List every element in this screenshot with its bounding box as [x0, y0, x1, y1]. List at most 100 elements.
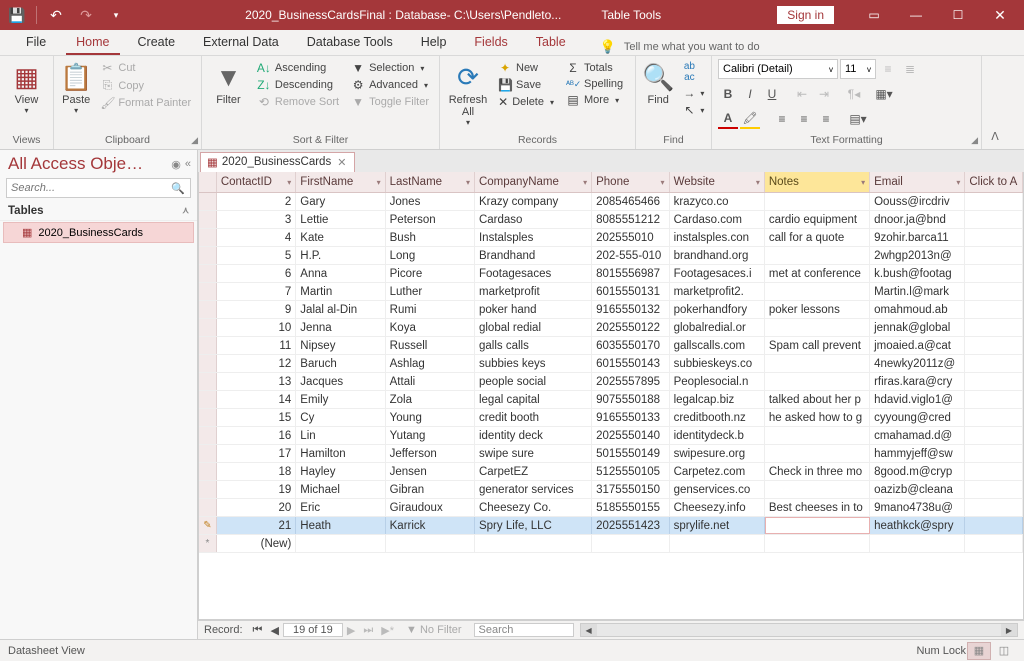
cell-phone[interactable]: 2025550140 [592, 427, 669, 444]
collapse-ribbon-button[interactable]: ᐱ [982, 56, 1008, 149]
cell-companyname[interactable]: Cardaso [475, 211, 592, 228]
cell-email[interactable]: dnoor.ja@bnd [870, 211, 965, 228]
font-size-combo[interactable]: 11v [840, 59, 876, 79]
cell-contactid[interactable]: 20 [217, 499, 296, 516]
table-row[interactable]: 11NipseyRussellgalls calls6035550170gall… [199, 337, 1023, 355]
cell-lastname[interactable]: Jones [386, 193, 475, 210]
cell-lastname[interactable]: Attali [386, 373, 475, 390]
cell-email[interactable]: Oouss@ircdriv [870, 193, 965, 210]
bold-button[interactable]: B [718, 84, 738, 104]
cell-lastname[interactable]: Zola [386, 391, 475, 408]
cell-contactid[interactable]: 16 [217, 427, 296, 444]
view-button[interactable]: ▦ View ▾ [6, 58, 47, 115]
cell-phone[interactable]: 2025551423 [592, 517, 669, 534]
numbering-icon[interactable]: ≣ [900, 59, 920, 79]
cell-extra[interactable] [965, 229, 1023, 246]
totals-button[interactable]: ΣTotals [562, 60, 627, 76]
close-tab-icon[interactable]: ✕ [337, 156, 346, 169]
col-email[interactable]: Email▾ [870, 172, 965, 192]
row-selector[interactable] [199, 409, 217, 426]
cell-extra[interactable] [965, 481, 1023, 498]
cell-notes[interactable]: Check in three mo [765, 463, 870, 480]
cell-contactid[interactable]: 4 [217, 229, 296, 246]
cell-companyname[interactable]: CarpetEZ [475, 463, 592, 480]
paste-button[interactable]: 📋 Paste ▾ [60, 58, 92, 115]
cell-website[interactable]: gallscalls.com [670, 337, 765, 354]
cell-phone[interactable]: 8085551212 [592, 211, 669, 228]
cell-email[interactable]: jmoaied.a@cat [870, 337, 965, 354]
remove-sort-button[interactable]: ⟲Remove Sort [253, 94, 343, 110]
cell-phone[interactable]: 3175550150 [592, 481, 669, 498]
refresh-button[interactable]: ⟳ Refresh All ▾ [446, 58, 490, 127]
cell-notes[interactable]: met at conference [765, 265, 870, 282]
cell-companyname[interactable]: people social [475, 373, 592, 390]
cell-lastname[interactable]: Jefferson [386, 445, 475, 462]
cell-firstname[interactable]: Jalal al-Din [296, 301, 385, 318]
cell-phone[interactable]: 5185550155 [592, 499, 669, 516]
next-record-button[interactable]: ▶ [343, 624, 359, 637]
cell-notes[interactable]: poker lessons [765, 301, 870, 318]
font-color-button[interactable]: A [718, 109, 738, 129]
row-selector[interactable] [199, 283, 217, 300]
goto-button[interactable]: →▾ [678, 85, 708, 101]
table-row[interactable]: 5H.P.LongBrandhand202-555-010brandhand.o… [199, 247, 1023, 265]
cell-extra[interactable] [965, 301, 1023, 318]
cell-lastname[interactable]: Koya [386, 319, 475, 336]
col-phone[interactable]: Phone▾ [592, 172, 669, 192]
cell-phone[interactable]: 9165550133 [592, 409, 669, 426]
cell-companyname[interactable]: poker hand [475, 301, 592, 318]
cell-firstname[interactable]: Gary [296, 193, 385, 210]
cell-phone[interactable]: 9165550132 [592, 301, 669, 318]
ribbon-options-icon[interactable]: ▭ [854, 1, 894, 29]
cell-extra[interactable] [965, 373, 1023, 390]
table-row[interactable]: 7MartinLuthermarketprofit6015550131marke… [199, 283, 1023, 301]
first-record-button[interactable]: ⏮ [249, 624, 267, 637]
cell-email[interactable]: Martin.l@mark [870, 283, 965, 300]
format-painter-button[interactable]: 🖌Format Painter [96, 95, 195, 111]
cell-companyname[interactable]: Brandhand [475, 247, 592, 264]
tab-help[interactable]: Help [411, 31, 457, 55]
cell-companyname[interactable]: Instalsples [475, 229, 592, 246]
italic-button[interactable]: I [740, 84, 760, 104]
new-record-button[interactable]: ▶* [377, 624, 398, 637]
cell-lastname[interactable]: Jensen [386, 463, 475, 480]
cell-companyname[interactable]: subbies keys [475, 355, 592, 372]
cell-phone[interactable]: 2085465466 [592, 193, 669, 210]
cell-extra[interactable] [965, 247, 1023, 264]
more-button[interactable]: ▤More▾ [562, 92, 627, 108]
align-center-button[interactable]: ≡ [794, 109, 814, 129]
row-selector[interactable] [199, 211, 217, 228]
find-button[interactable]: 🔍 Find [642, 58, 674, 106]
align-left-button[interactable]: ≡ [772, 109, 792, 129]
cell-website[interactable]: instalsples.con [670, 229, 765, 246]
row-selector[interactable] [199, 463, 217, 480]
cell-contactid[interactable]: 6 [217, 265, 296, 282]
cell-phone[interactable]: 2025550122 [592, 319, 669, 336]
cell-website[interactable]: brandhand.org [670, 247, 765, 264]
cell-lastname[interactable]: Gibran [386, 481, 475, 498]
dialog-launcher-icon[interactable]: ◢ [971, 135, 978, 146]
table-row[interactable]: 6AnnaPicoreFootagesaces8015556987Footage… [199, 265, 1023, 283]
cell-contactid[interactable]: 5 [217, 247, 296, 264]
cell-notes[interactable] [765, 193, 870, 210]
cell-email[interactable]: cmahamad.d@ [870, 427, 965, 444]
row-selector[interactable] [199, 373, 217, 390]
cell-email[interactable]: 4newky2011z@ [870, 355, 965, 372]
cell-firstname[interactable]: Lettie [296, 211, 385, 228]
tab-table[interactable]: Table [526, 31, 576, 55]
cell-companyname[interactable]: legal capital [475, 391, 592, 408]
document-tab[interactable]: ▦ 2020_BusinessCards ✕ [200, 152, 355, 172]
table-row[interactable]: 3LettiePetersonCardaso8085551212Cardaso.… [199, 211, 1023, 229]
cell-lastname[interactable]: Karrick [386, 517, 475, 534]
cell-contactid[interactable]: 7 [217, 283, 296, 300]
cell-notes[interactable]: call for a quote [765, 229, 870, 246]
cell-notes[interactable] [765, 517, 870, 534]
cell-email[interactable]: heathkck@spry [870, 517, 965, 534]
row-selector[interactable] [199, 247, 217, 264]
select-button[interactable]: ↖▾ [678, 102, 708, 118]
col-notes[interactable]: Notes▾ [765, 172, 870, 192]
tell-me-box[interactable]: 💡 Tell me what you want to do [584, 39, 1024, 55]
cell-firstname[interactable]: Hayley [296, 463, 385, 480]
alt-row-color-icon[interactable]: ▤▾ [848, 109, 868, 129]
customize-qat-icon[interactable]: ▾ [103, 3, 129, 27]
